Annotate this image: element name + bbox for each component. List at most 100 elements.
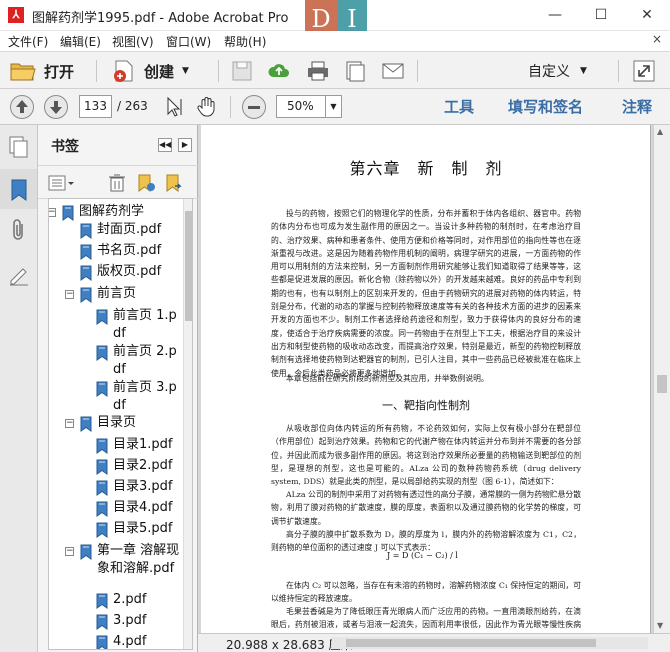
save-icon[interactable] — [230, 59, 254, 83]
previous-page-button[interactable] — [10, 95, 34, 119]
create-button[interactable]: 创建 ▼ — [112, 57, 189, 85]
collapse-panel-icon[interactable]: ◀◀ — [158, 138, 172, 152]
bookmark-item[interactable]: 封面页.pdf — [49, 221, 181, 239]
scroll-down-icon[interactable]: ▼ — [657, 621, 663, 630]
toolbar-divider — [230, 96, 231, 118]
minimize-icon[interactable]: — — [532, 0, 578, 31]
bookmark-label: 前言页 3.pdf — [113, 380, 177, 413]
bookmark-item[interactable]: 目录5.pdf — [49, 520, 181, 538]
bookmark-item[interactable]: 目录2.pdf — [49, 457, 181, 475]
collapse-toggle-icon[interactable]: − — [65, 547, 74, 556]
collapse-toggle-icon[interactable]: − — [65, 419, 74, 428]
bookmark-label: 前言页 1.pdf — [113, 308, 177, 341]
menu-edit[interactable]: 编辑(E) — [60, 33, 101, 50]
fullscreen-icon[interactable] — [632, 59, 656, 83]
arrow-up-icon — [16, 100, 28, 113]
bookmarks-title: 书签 — [51, 139, 79, 155]
bookmark-label: 3.pdf — [113, 613, 147, 628]
arrow-down-icon — [50, 101, 62, 114]
bookmark-label: 前言页 — [97, 286, 137, 301]
zoom-dropdown-chevron-icon[interactable]: ▼ — [326, 95, 342, 118]
bookmark-item[interactable]: − 前言页 — [49, 285, 181, 303]
open-button[interactable]: 打开 — [10, 57, 74, 85]
bookmark-scrollbar[interactable] — [183, 199, 192, 649]
bookmark-icon — [61, 205, 75, 221]
bookmark-item[interactable]: 目录3.pdf — [49, 478, 181, 496]
customize-button[interactable]: 自定义 ▼ — [528, 57, 587, 85]
paragraph: 在体内 C₂ 可以忽略，当存在有未溶的药物时，溶解药物浓度 C₁ 保持恒定的期间… — [271, 581, 581, 604]
folder-icon — [10, 63, 36, 81]
bookmark-label: 第一章 溶解现象和溶解.pdf — [97, 543, 180, 576]
bookmark-item[interactable]: 目录4.pdf — [49, 499, 181, 517]
paragraph: 投与的药物，按照它们的物理化学的性质，分布并蓄积于体内各组织、器官中。药物的体内… — [271, 209, 581, 378]
horizontal-scrollbar[interactable] — [332, 637, 648, 649]
bookmark-icon — [95, 593, 109, 609]
hand-tool-icon[interactable] — [196, 96, 218, 118]
bookmark-item[interactable]: 3.pdf — [49, 612, 181, 630]
expand-bookmark-icon[interactable] — [164, 173, 184, 193]
maximize-icon[interactable]: ☐ — [578, 0, 624, 31]
email-icon[interactable] — [381, 59, 405, 83]
bookmark-item[interactable]: 2.pdf — [49, 591, 181, 609]
navigation-toolbar: 133 / 263 50% ▼ 工具 填写和签名 注释 — [0, 89, 670, 125]
bookmark-item[interactable]: 版权页.pdf — [49, 263, 181, 281]
horizontal-scroll-thumb[interactable] — [346, 639, 596, 647]
select-cursor-icon[interactable] — [164, 96, 186, 118]
paragraph: 从吸收部位向体内转运的所有药物，不论药效如何，实际上仅有极小部分在靶部位（作用部… — [271, 424, 581, 487]
collapse-toggle-icon[interactable]: − — [65, 290, 74, 299]
print-icon[interactable] — [306, 59, 330, 83]
close-icon[interactable]: ✕ — [624, 0, 670, 31]
menu-help[interactable]: 帮助(H) — [224, 33, 266, 50]
bookmark-item[interactable]: 前言页 3.pdf — [49, 379, 181, 413]
scroll-up-icon[interactable]: ▲ — [657, 127, 663, 136]
paperclip-icon[interactable] — [9, 219, 29, 243]
bookmarks-panel: 书签 ◀◀ ▶ − 图解药剂学封面页.pdf 书名页.pdf 版权页.pdf − 前言页前… — [38, 125, 198, 652]
collapse-toggle-icon[interactable]: − — [49, 208, 56, 217]
menu-view[interactable]: 视图(V) — [112, 33, 154, 50]
tools-pane-link[interactable]: 工具 — [444, 96, 474, 117]
signature-icon[interactable] — [8, 265, 30, 287]
new-bookmark-icon[interactable] — [136, 173, 156, 193]
minus-icon — [248, 106, 260, 109]
menu-window[interactable]: 窗口(W) — [166, 33, 211, 50]
cloud-upload-icon[interactable] — [267, 59, 291, 83]
section-heading: 一、靶指向性制剂 — [382, 399, 470, 412]
bookmark-item[interactable]: 前言页 1.pdf — [49, 307, 181, 341]
page-thumbnails-icon[interactable] — [8, 135, 30, 159]
bookmark-item[interactable]: 目录1.pdf — [49, 436, 181, 454]
document-scrollbar[interactable]: ▲ ▼ — [653, 125, 670, 633]
bookmark-label: 2.pdf — [113, 592, 147, 607]
bookmark-item[interactable]: − 图解药剂学 — [49, 203, 181, 221]
bookmark-icon — [79, 244, 93, 260]
bookmark-item[interactable]: 4.pdf — [49, 633, 181, 649]
bookmarks-header: 书签 ◀◀ ▶ — [38, 125, 198, 165]
fill-sign-pane-link[interactable]: 填写和签名 — [508, 96, 583, 117]
bookmarks-tab[interactable] — [0, 169, 37, 209]
zoom-out-button[interactable] — [242, 95, 266, 119]
zoom-input[interactable]: 50% — [276, 95, 326, 118]
close-document-icon[interactable]: × — [652, 32, 662, 46]
bookmark-item[interactable]: − 目录页 — [49, 414, 181, 432]
bookmark-tree: − 图解药剂学封面页.pdf 书名页.pdf 版权页.pdf − 前言页前言页 1.pdf… — [48, 198, 193, 650]
delete-bookmark-icon[interactable] — [108, 173, 126, 193]
bookmark-item[interactable]: 前言页 2.pdf — [49, 343, 181, 377]
toolbar-divider — [417, 60, 418, 82]
bookmark-item[interactable]: − 第一章 溶解现象和溶解.pdf — [49, 542, 181, 576]
comment-pane-link[interactable]: 注释 — [622, 96, 652, 117]
expand-panel-icon[interactable]: ▶ — [178, 138, 192, 152]
document-scroll-thumb[interactable] — [657, 375, 667, 393]
pdf-page: 第六章 新 制 剂 投与的药物，按照它们的物理化学的性质，分布并蓄积于体内各组织… — [201, 125, 651, 633]
bookmark-item[interactable]: 书名页.pdf — [49, 242, 181, 260]
bookmark-icon — [95, 381, 109, 397]
page-number-input[interactable]: 133 — [79, 95, 112, 118]
pages-icon[interactable] — [343, 59, 367, 83]
bookmark-scroll-thumb[interactable] — [185, 211, 192, 321]
bookmark-icon — [95, 635, 109, 649]
bookmark-icon — [95, 480, 109, 496]
bookmark-label: 图解药剂学 — [79, 204, 145, 219]
bookmark-label: 目录4.pdf — [113, 500, 173, 515]
bookmark-icon — [95, 459, 109, 475]
next-page-button[interactable] — [44, 95, 68, 119]
options-menu-icon[interactable] — [48, 174, 74, 192]
menu-file[interactable]: 文件(F) — [8, 33, 48, 50]
